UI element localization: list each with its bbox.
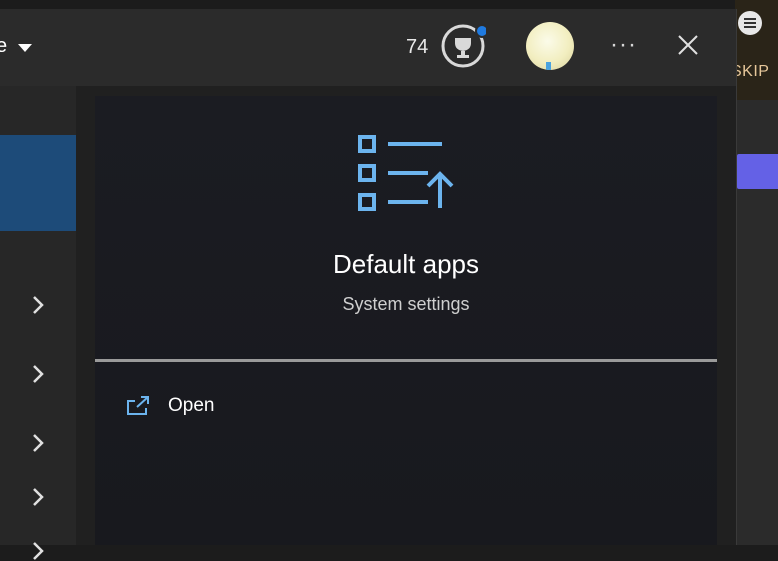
default-apps-icon (358, 135, 454, 211)
app-detail-panel: Default apps System settings Open (95, 96, 717, 545)
filter-dropdown-label[interactable]: e (0, 35, 7, 58)
open-external-icon (127, 396, 149, 415)
points-count: 74 (406, 36, 429, 58)
app-subtitle: System settings (342, 294, 470, 314)
more-options-icon[interactable]: ··· (610, 31, 637, 59)
background-app: SKIP (731, 0, 778, 545)
title-bar: e 74 ··· (0, 9, 736, 86)
notification-dot (475, 24, 486, 38)
trophy-icon[interactable] (440, 23, 486, 69)
divider (95, 359, 717, 362)
chevron-right-icon[interactable] (30, 364, 46, 384)
app-title: Default apps (333, 249, 479, 279)
hamburger-menu-icon[interactable] (738, 11, 762, 35)
chevron-right-icon[interactable] (30, 433, 46, 453)
close-icon[interactable] (677, 34, 699, 56)
nav-item-selected[interactable] (0, 135, 76, 231)
avatar[interactable] (526, 22, 574, 70)
chevron-right-icon[interactable] (30, 295, 46, 315)
chevron-right-icon[interactable] (30, 541, 46, 561)
chevron-down-icon[interactable] (17, 43, 33, 53)
chevron-right-icon[interactable] (30, 487, 46, 507)
open-button[interactable]: Open (125, 391, 214, 421)
open-label: Open (168, 395, 215, 416)
background-purple-button[interactable] (737, 154, 778, 189)
left-navigation (0, 86, 76, 560)
